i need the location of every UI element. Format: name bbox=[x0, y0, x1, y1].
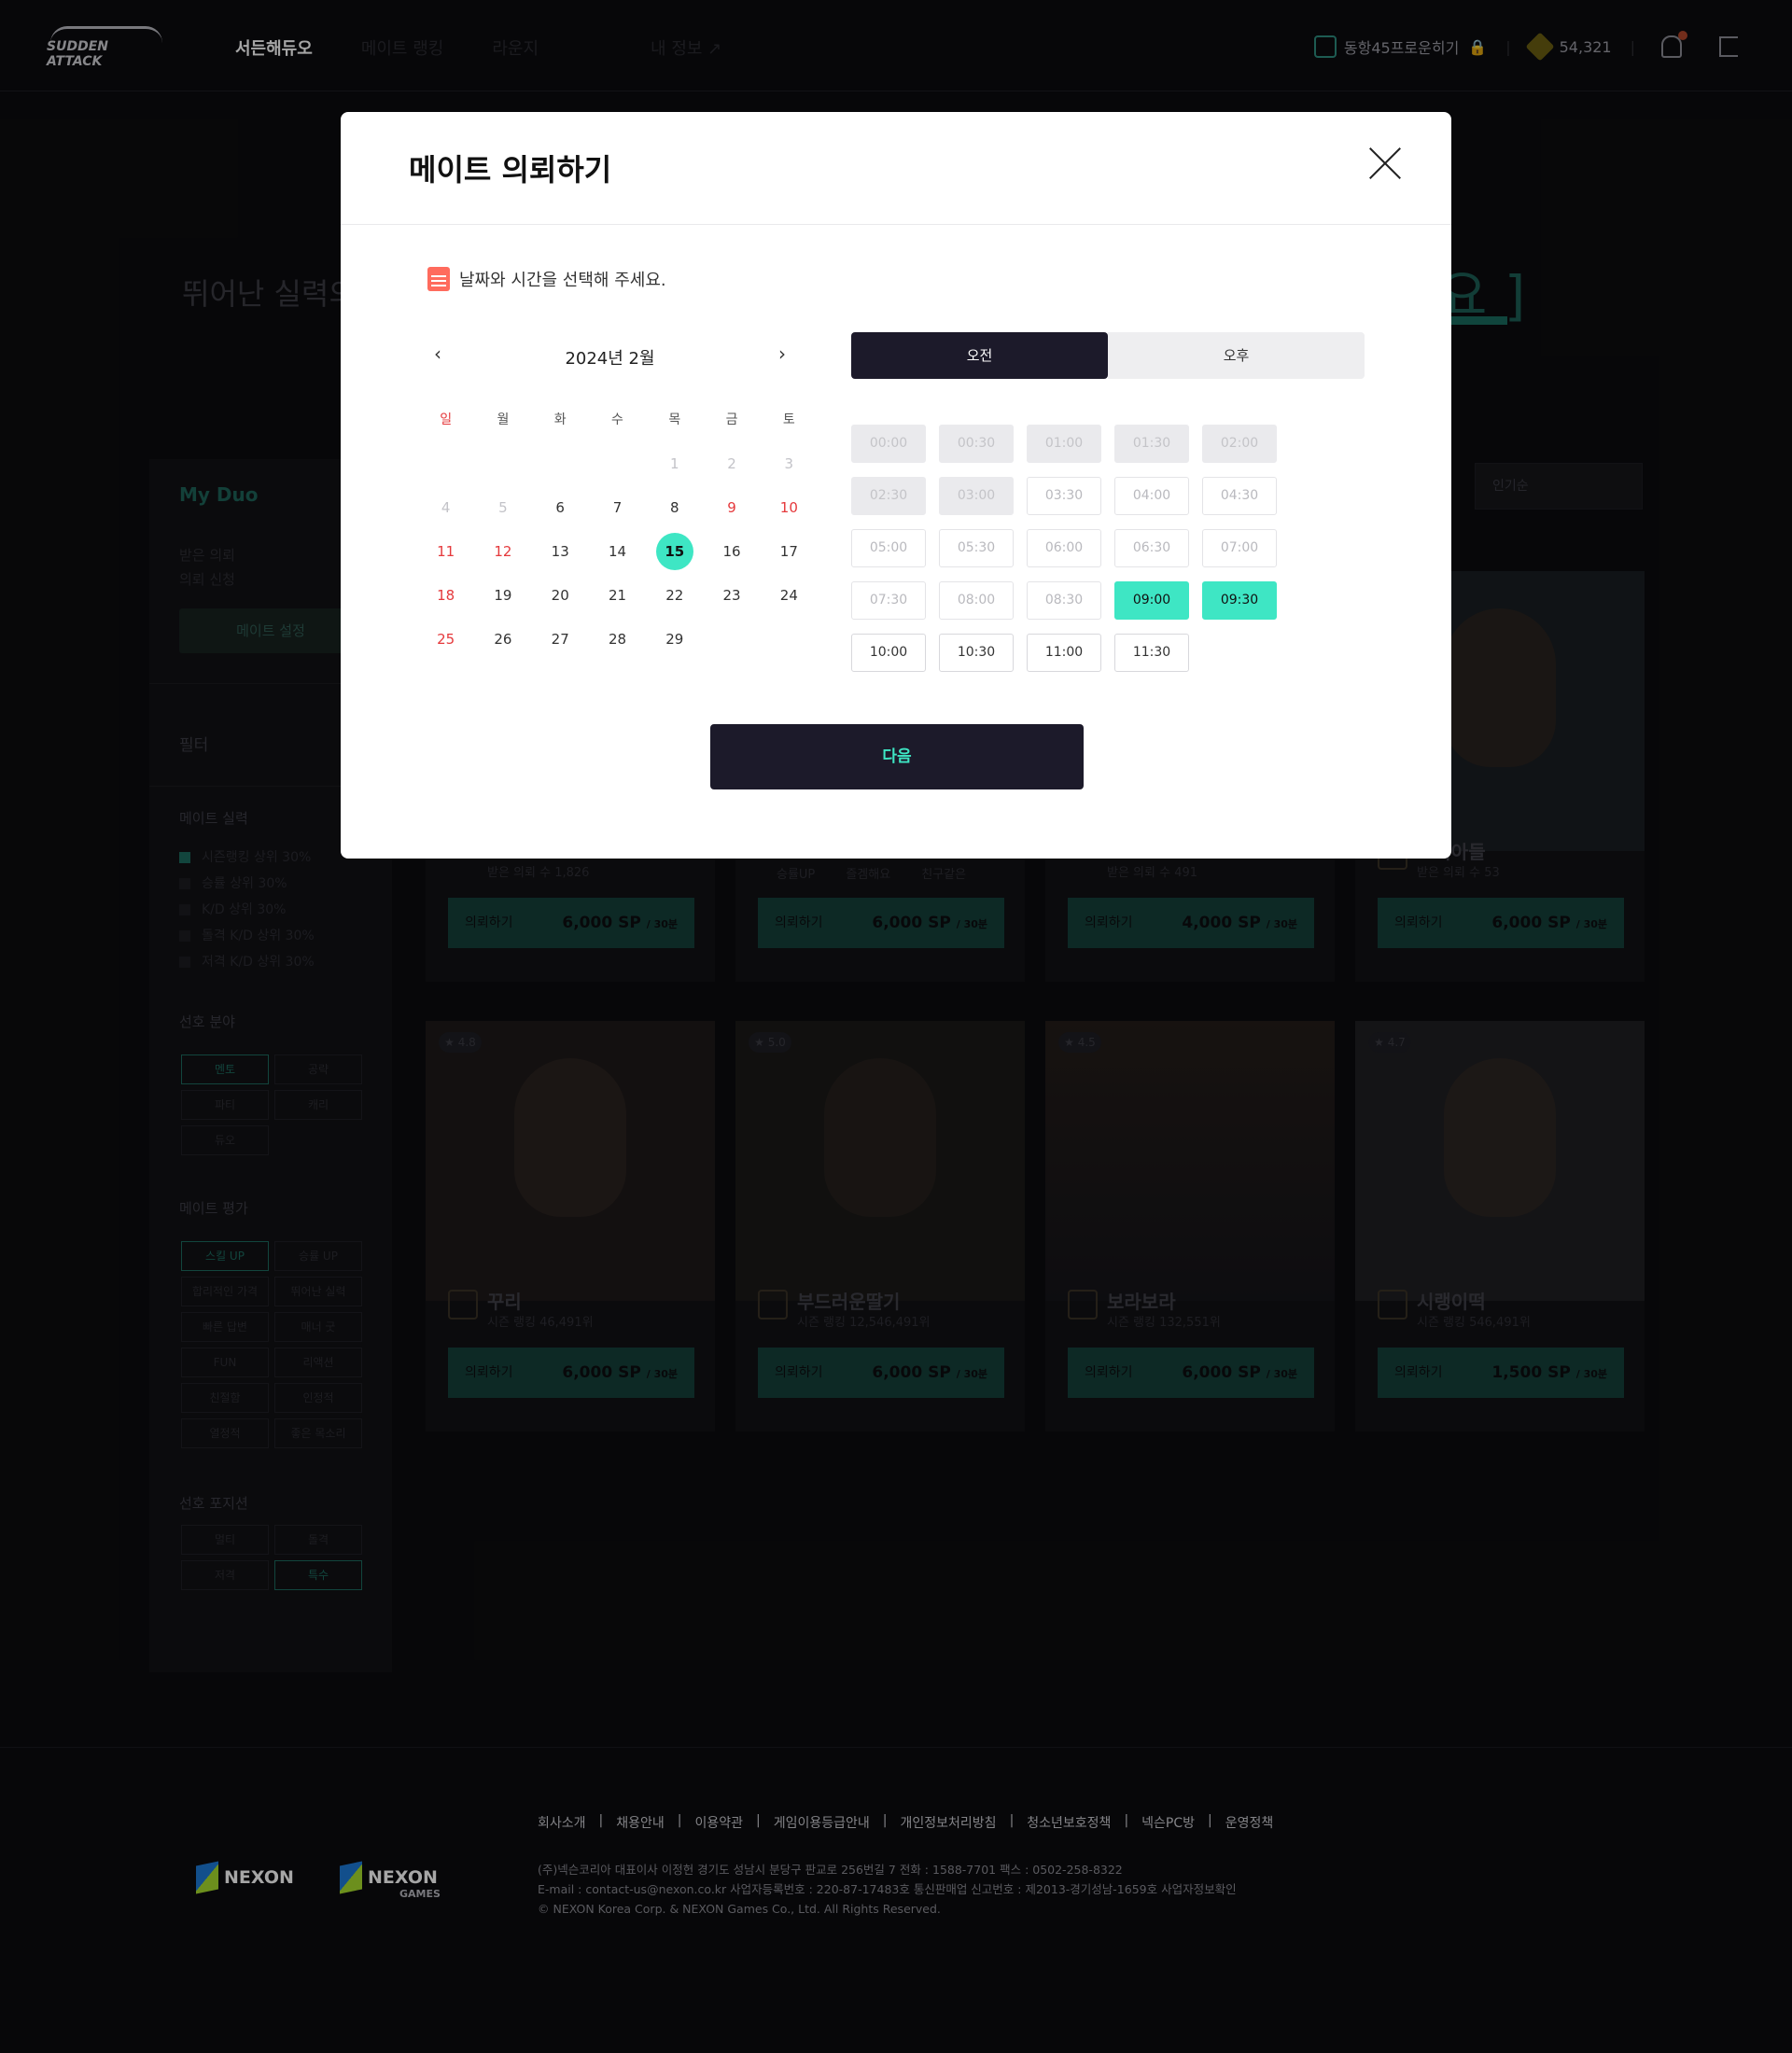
week-row: 25 26 27 28 29 bbox=[417, 621, 818, 664]
time-slot-grid: 00:00 00:30 01:00 01:30 02:00 02:30 03:00 03:30… bbox=[851, 425, 1370, 686]
calendar-day[interactable]: 8 bbox=[646, 489, 703, 533]
page: { "header": { "logo_text": "SUDDEN ATTAC… bbox=[0, 0, 1792, 2053]
week-row: 1 2 3 bbox=[417, 445, 818, 489]
time-slot[interactable]: 04:00 bbox=[1114, 477, 1189, 515]
time-slot: 03:00 bbox=[939, 477, 1014, 515]
time-slot: 02:30 bbox=[851, 477, 926, 515]
calendar-day[interactable]: 24 bbox=[761, 577, 818, 621]
time-slot[interactable]: 03:30 bbox=[1027, 477, 1101, 515]
time-slot[interactable]: 04:30 bbox=[1202, 477, 1277, 515]
time-slot[interactable]: 06:00 bbox=[1027, 529, 1101, 567]
calendar-day[interactable]: 29 bbox=[646, 621, 703, 664]
calendar-day[interactable]: 17 bbox=[761, 533, 818, 577]
guide-text-row: 날짜와 시간을 선택해 주세요. bbox=[427, 267, 666, 291]
weekday-label: 화 bbox=[553, 412, 567, 427]
time-slot[interactable]: 08:30 bbox=[1027, 581, 1101, 620]
close-icon[interactable] bbox=[1369, 147, 1401, 179]
selected-day: 15 bbox=[655, 533, 693, 570]
calendar-grid: 일 월 화 수 목 금 토 1 2 3 4 5 6 7 8 9 10 11 12 13 14 15 16 17 18 19 20 21… bbox=[417, 401, 818, 664]
weekday-label: 목 bbox=[668, 412, 681, 427]
time-slot[interactable]: 06:30 bbox=[1114, 529, 1189, 567]
chevron-right-icon[interactable]: › bbox=[772, 343, 792, 364]
weekday-row: 일월화수목금토 bbox=[417, 401, 818, 445]
time-slot[interactable]: 09:30 bbox=[1202, 581, 1277, 620]
calendar-day: 5 bbox=[498, 499, 508, 516]
pm-tab[interactable]: 오후 bbox=[1108, 332, 1365, 379]
calendar-empty bbox=[589, 445, 646, 489]
time-slot[interactable]: 05:30 bbox=[939, 529, 1014, 567]
calendar-empty bbox=[532, 445, 589, 489]
weekday-label: 토 bbox=[782, 412, 795, 427]
time-slot: 00:00 bbox=[851, 425, 926, 463]
time-slot[interactable]: 10:30 bbox=[939, 634, 1014, 672]
calendar-day[interactable]: 14 bbox=[589, 533, 646, 577]
time-slot[interactable]: 08:00 bbox=[939, 581, 1014, 620]
time-slot[interactable]: 05:00 bbox=[851, 529, 926, 567]
week-row: 4 5 6 7 8 9 10 bbox=[417, 489, 818, 533]
time-slot: 02:00 bbox=[1202, 425, 1277, 463]
guide-text: 날짜와 시간을 선택해 주세요. bbox=[459, 271, 666, 290]
calendar-day[interactable]: 11 bbox=[417, 533, 474, 577]
time-slot[interactable]: 10:00 bbox=[851, 634, 926, 672]
mate-request-modal: 메이트 의뢰하기 날짜와 시간을 선택해 주세요. ‹ 2024년 2월 › 일… bbox=[341, 112, 1451, 859]
time-slot[interactable]: 07:00 bbox=[1202, 529, 1277, 567]
time-slot[interactable]: 09:00 bbox=[1114, 581, 1189, 620]
weekday-label: 월 bbox=[497, 412, 510, 427]
time-slot: 00:30 bbox=[939, 425, 1014, 463]
weekday-label: 금 bbox=[725, 412, 738, 427]
am-tab[interactable]: 오전 bbox=[851, 332, 1108, 379]
calendar-day: 2 bbox=[727, 455, 736, 472]
calendar-day: 3 bbox=[784, 455, 794, 472]
time-slot[interactable]: 11:30 bbox=[1114, 634, 1189, 672]
calendar-empty bbox=[417, 445, 474, 489]
calendar-header: ‹ 2024년 2월 › bbox=[427, 336, 792, 373]
time-slot: 01:30 bbox=[1114, 425, 1189, 463]
weekday-label: 수 bbox=[611, 412, 623, 427]
next-button[interactable]: 다음 bbox=[710, 724, 1084, 789]
calendar-empty bbox=[703, 621, 760, 664]
calendar-day: 1 bbox=[669, 455, 679, 472]
calendar-day[interactable]: 15 bbox=[646, 533, 703, 577]
modal-title: 메이트 의뢰하기 bbox=[409, 152, 612, 188]
calendar-icon bbox=[427, 267, 450, 291]
calendar-day[interactable]: 18 bbox=[417, 577, 474, 621]
time-slot[interactable]: 07:30 bbox=[851, 581, 926, 620]
week-row: 18 19 20 21 22 23 24 bbox=[417, 577, 818, 621]
calendar-day[interactable]: 19 bbox=[474, 577, 531, 621]
calendar-empty bbox=[474, 445, 531, 489]
calendar-day[interactable]: 27 bbox=[532, 621, 589, 664]
time-slot[interactable]: 11:00 bbox=[1027, 634, 1101, 672]
calendar-day[interactable]: 20 bbox=[532, 577, 589, 621]
calendar-day[interactable]: 7 bbox=[589, 489, 646, 533]
modal-header: 메이트 의뢰하기 bbox=[341, 112, 1451, 225]
calendar-day[interactable]: 10 bbox=[761, 489, 818, 533]
calendar-day[interactable]: 26 bbox=[474, 621, 531, 664]
calendar-day[interactable]: 23 bbox=[703, 577, 760, 621]
calendar-day[interactable]: 12 bbox=[474, 533, 531, 577]
week-row: 11 12 13 14 15 16 17 bbox=[417, 533, 818, 577]
ampm-toggle: 오전 오후 bbox=[851, 332, 1365, 379]
calendar-day[interactable]: 13 bbox=[532, 533, 589, 577]
time-slot: 01:00 bbox=[1027, 425, 1101, 463]
calendar-empty bbox=[761, 621, 818, 664]
calendar-day[interactable]: 28 bbox=[589, 621, 646, 664]
calendar-day: 4 bbox=[441, 499, 451, 516]
weekday-label: 일 bbox=[440, 412, 453, 427]
calendar-month: 2024년 2월 bbox=[565, 349, 655, 369]
calendar-day[interactable]: 25 bbox=[417, 621, 474, 664]
calendar-day[interactable]: 6 bbox=[532, 489, 589, 533]
calendar-day[interactable]: 16 bbox=[703, 533, 760, 577]
calendar-day[interactable]: 22 bbox=[646, 577, 703, 621]
calendar-day[interactable]: 9 bbox=[703, 489, 760, 533]
calendar-day[interactable]: 21 bbox=[589, 577, 646, 621]
